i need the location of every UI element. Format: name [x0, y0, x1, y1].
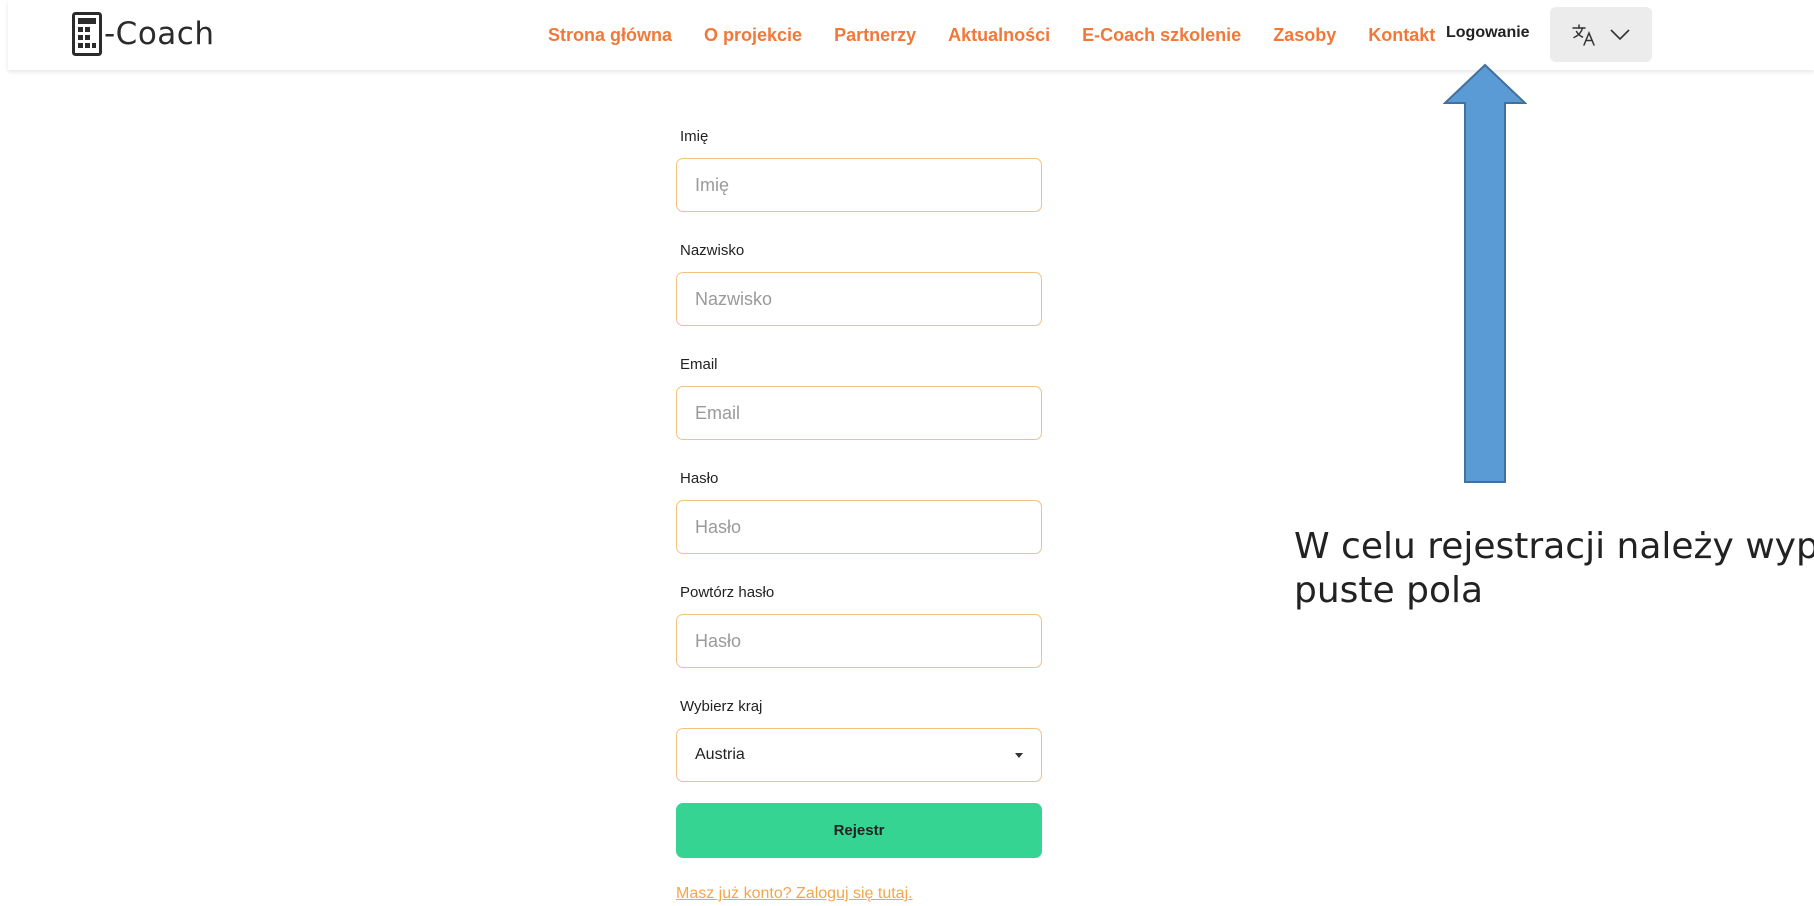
chevron-down-icon — [1610, 28, 1630, 40]
country-select[interactable]: Austria — [676, 728, 1042, 782]
nav-item-home[interactable]: Strona główna — [548, 25, 672, 46]
nav-item-login[interactable]: Logowanie — [1446, 24, 1530, 42]
repeat-password-input[interactable] — [676, 614, 1042, 668]
nav-item-news[interactable]: Aktualności — [948, 25, 1050, 46]
nav-item-contact[interactable]: Kontakt — [1368, 25, 1435, 46]
main-nav: Strona główna O projekcie Partnerzy Aktu… — [548, 0, 1467, 70]
annotation-line-2: puste pola — [1294, 570, 1484, 611]
site-header: -Coach Strona główna O projekcie Partner… — [8, 0, 1814, 70]
last-name-input[interactable] — [676, 272, 1042, 326]
repeat-password-label: Powtórz hasło — [680, 584, 775, 601]
last-name-label: Nazwisko — [680, 242, 745, 259]
country-label: Wybierz kraj — [680, 698, 763, 715]
password-input[interactable] — [676, 500, 1042, 554]
instruction-annotation: W celu rejestracji należy wypełnić puste… — [1294, 525, 1814, 613]
language-selector[interactable] — [1550, 7, 1652, 62]
register-button[interactable]: Rejestr — [676, 803, 1042, 858]
nav-item-partners[interactable]: Partnerzy — [834, 25, 916, 46]
login-link[interactable]: Masz już konto? Zaloguj się tutaj. — [676, 885, 913, 903]
email-input[interactable] — [676, 386, 1042, 440]
email-label: Email — [680, 356, 718, 373]
translate-icon — [1572, 23, 1595, 46]
logo-text: -Coach — [104, 16, 215, 52]
first-name-input[interactable] — [676, 158, 1042, 212]
arrow-up-icon — [1443, 63, 1527, 483]
password-label: Hasło — [680, 470, 719, 487]
country-selected-value: Austria — [695, 746, 745, 763]
annotation-line-1: W celu rejestracji należy wypełnić — [1294, 526, 1814, 567]
nav-item-training[interactable]: E-Coach szkolenie — [1082, 25, 1241, 46]
nav-item-about[interactable]: O projekcie — [704, 25, 802, 46]
nav-item-resources[interactable]: Zasoby — [1273, 25, 1336, 46]
e-logo-icon — [72, 12, 102, 56]
first-name-label: Imię — [680, 128, 709, 145]
logo[interactable]: -Coach — [72, 8, 215, 60]
caret-down-icon — [1015, 752, 1023, 758]
